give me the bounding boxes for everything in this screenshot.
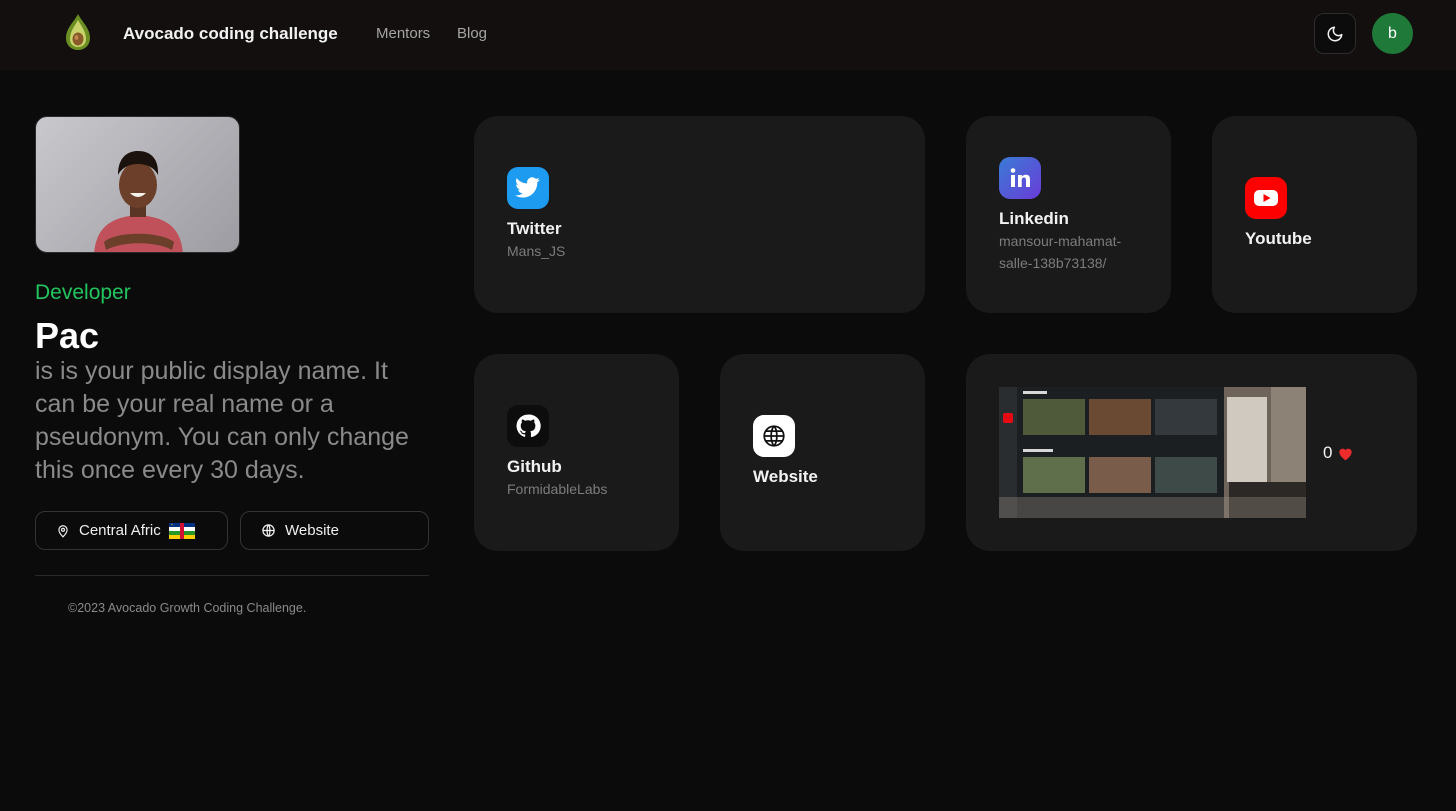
likes-count: 0 [1323,443,1333,462]
heart-icon [1339,448,1353,460]
profile-bio: is is your public display name. It can b… [35,357,409,484]
location-text: Central Afric [79,522,161,539]
globe-icon [262,524,275,537]
github-card[interactable]: Github FormidableLabs [474,354,679,551]
media-thumbnail[interactable] [999,387,1306,518]
twitter-icon [507,167,549,209]
youtube-card-title: Youtube [1245,229,1312,248]
divider [35,575,429,576]
user-avatar[interactable]: b [1372,13,1413,54]
website-pill-label: Website [285,522,339,539]
website-card[interactable]: Website [720,354,925,551]
github-card-title: Github [507,457,562,476]
profile-photo [35,116,240,253]
media-preview-card[interactable]: 0 [966,354,1417,551]
youtube-card[interactable]: Youtube [1212,116,1417,313]
footer-copyright: ©2023 Avocado Growth Coding Challenge. [68,601,307,615]
twitter-handle: Mans_JS [507,243,566,259]
linkedin-card-title: Linkedin [999,209,1069,228]
website-pill[interactable]: Website [240,511,429,550]
moon-icon [1327,26,1343,41]
globe-icon [753,415,795,457]
map-pin-icon [58,524,68,538]
github-handle: FormidableLabs [507,481,608,497]
avocado-logo-icon[interactable] [60,12,96,52]
profile-role: Developer [35,281,131,304]
central-african-republic-flag-icon [168,522,195,539]
twitter-card-title: Twitter [507,219,562,238]
twitter-card[interactable]: Twitter Mans_JS [474,116,925,313]
profile-display-name: Pac [35,315,100,356]
likes-counter[interactable]: 0 [1323,443,1354,463]
github-icon [507,405,549,447]
youtube-icon [1245,177,1287,219]
linkedin-icon [999,157,1041,199]
nav-blog-link[interactable]: Blog [457,25,487,42]
top-navbar: Avocado coding challenge Mentors Blog b [0,0,1456,70]
nav-mentors-link[interactable]: Mentors [376,25,430,42]
linkedin-card[interactable]: Linkedin mansour-mahamat-salle-138b73138… [966,116,1171,313]
theme-toggle-button[interactable] [1314,13,1356,54]
linkedin-handle: mansour-mahamat-salle-138b73138/ [999,233,1122,271]
location-pill[interactable]: Central Afric [35,511,228,550]
website-card-title: Website [753,467,818,486]
brand-title[interactable]: Avocado coding challenge [123,24,338,44]
